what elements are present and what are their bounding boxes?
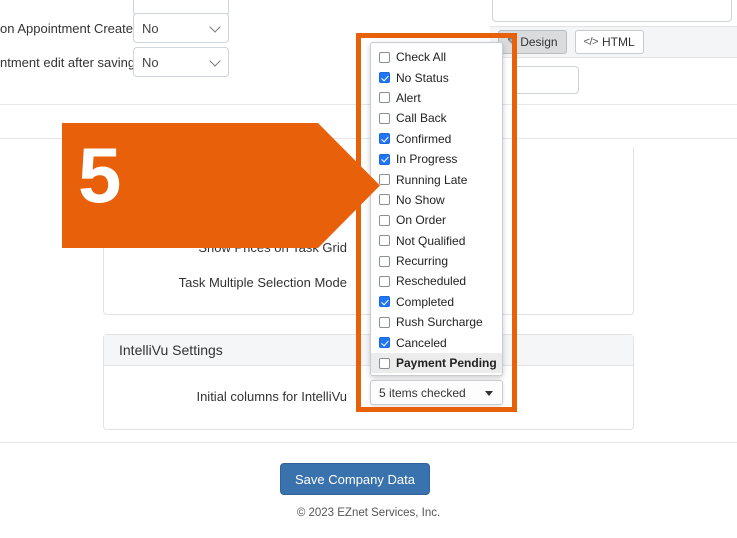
status-option-no-status[interactable]: No Status — [371, 67, 502, 87]
code-brackets-icon: </> — [584, 36, 598, 48]
intellivu-settings-panel: IntelliVu Settings Initial columns for I… — [103, 334, 634, 430]
status-option-label: Payment Pending — [396, 356, 497, 370]
status-option-label: Completed — [396, 295, 454, 309]
editor-toolbar: ✎ Design </> HTML — [490, 26, 737, 58]
chevron-down-icon — [209, 21, 220, 32]
form-label-edit-after-saving: ntment edit after saving — [0, 55, 120, 70]
checkbox-unchecked-icon[interactable] — [379, 317, 390, 328]
status-option-label: Rush Surcharge — [396, 315, 483, 329]
chevron-down-icon — [209, 55, 220, 66]
form-row-appointment-create: on Appointment Create No — [0, 13, 230, 43]
checkbox-unchecked-icon[interactable] — [379, 113, 390, 124]
status-option-check-all[interactable]: Check All — [371, 47, 502, 67]
checkbox-checked-icon[interactable] — [379, 133, 390, 144]
checkbox-unchecked-icon[interactable] — [379, 194, 390, 205]
status-option-no-show[interactable]: No Show — [371, 190, 502, 210]
select-appointment-create-value: No — [142, 21, 159, 36]
status-option-label: No Show — [396, 193, 445, 207]
status-option-label: Check All — [396, 50, 446, 64]
copyright-text: © 2023 EZnet Services, Inc. — [0, 507, 737, 519]
status-option-on-order[interactable]: On Order — [371, 210, 502, 230]
checkbox-checked-icon[interactable] — [379, 72, 390, 83]
design-tab-label: Design — [520, 35, 557, 49]
select-edit-after-saving-value: No — [142, 55, 159, 70]
status-option-label: On Order — [396, 213, 446, 227]
checkbox-checked-icon[interactable] — [379, 154, 390, 165]
status-option-running-late[interactable]: Running Late — [371, 169, 502, 189]
editor-field-below-toolbar[interactable] — [513, 66, 579, 94]
intellivu-panel-body: Initial columns for IntelliVu — [104, 366, 633, 429]
editor-top-frame — [492, 0, 732, 22]
checkbox-unchecked-icon[interactable] — [379, 52, 390, 63]
status-option-label: Rescheduled — [396, 274, 466, 288]
intellivu-panel-header: IntelliVu Settings — [104, 335, 633, 366]
status-option-call-back[interactable]: Call Back — [371, 108, 502, 128]
task-row-label-multi-select-mode: Task Multiple Selection Mode — [104, 275, 347, 290]
checkbox-unchecked-icon[interactable] — [379, 256, 390, 267]
status-option-label: Running Late — [396, 173, 467, 187]
select-edit-after-saving[interactable]: No — [133, 47, 229, 77]
status-option-recurring[interactable]: Recurring — [371, 251, 502, 271]
status-multiselect-list: Check All No Status Alert Call Back Confirme… — [370, 42, 503, 376]
html-tab-label: HTML — [602, 35, 635, 49]
html-tab-button[interactable]: </> HTML — [575, 30, 644, 54]
status-multiselect-toggle[interactable]: 5 items checked — [370, 380, 503, 405]
status-option-completed[interactable]: Completed — [371, 292, 502, 312]
annotation-step-number: 5 — [78, 136, 121, 214]
checkbox-checked-icon[interactable] — [379, 337, 390, 348]
status-option-rescheduled[interactable]: Rescheduled — [371, 271, 502, 291]
status-option-label: Recurring — [396, 254, 448, 268]
form-row-edit-after-saving: ntment edit after saving No — [0, 47, 230, 77]
footer-divider — [0, 442, 737, 443]
checkbox-unchecked-icon[interactable] — [379, 215, 390, 226]
checkbox-unchecked-icon[interactable] — [379, 92, 390, 103]
intellivu-row-label-initial-columns: Initial columns for IntelliVu — [104, 389, 347, 404]
status-option-in-progress[interactable]: In Progress — [371, 149, 502, 169]
checkbox-checked-icon[interactable] — [379, 296, 390, 307]
select-appointment-create[interactable]: No — [133, 13, 229, 43]
status-option-label: Call Back — [396, 111, 447, 125]
status-option-label: In Progress — [396, 152, 457, 166]
pencil-icon: ✎ — [507, 37, 516, 48]
status-option-alert[interactable]: Alert — [371, 88, 502, 108]
status-option-label: Confirmed — [396, 132, 451, 146]
checkbox-unchecked-icon[interactable] — [379, 174, 390, 185]
status-option-canceled[interactable]: Canceled — [371, 332, 502, 352]
save-company-data-button[interactable]: Save Company Data — [280, 463, 430, 495]
status-option-payment-pending[interactable]: Payment Pending — [371, 353, 502, 373]
status-option-label: Not Qualified — [396, 234, 465, 248]
status-option-confirmed[interactable]: Confirmed — [371, 129, 502, 149]
section-divider-top — [0, 104, 737, 105]
save-company-data-label: Save Company Data — [295, 472, 415, 487]
checkbox-unchecked-icon[interactable] — [379, 358, 390, 369]
triangle-down-icon — [485, 391, 493, 396]
status-multiselect: Check All No Status Alert Call Back Confirme… — [370, 42, 503, 405]
status-option-label: No Status — [396, 71, 449, 85]
status-option-not-qualified[interactable]: Not Qualified — [371, 231, 502, 251]
status-option-label: Alert — [396, 91, 421, 105]
checkbox-unchecked-icon[interactable] — [379, 276, 390, 287]
page-root: on Appointment Create No ntment edit aft… — [0, 0, 737, 538]
status-multiselect-toggle-label: 5 items checked — [379, 386, 466, 400]
status-option-label: Canceled — [396, 336, 447, 350]
checkbox-unchecked-icon[interactable] — [379, 235, 390, 246]
design-tab-button[interactable]: ✎ Design — [498, 30, 567, 54]
form-label-appointment-create: on Appointment Create — [0, 21, 120, 36]
status-option-rush-surcharge[interactable]: Rush Surcharge — [371, 312, 502, 332]
intellivu-panel-title: IntelliVu Settings — [119, 342, 223, 358]
